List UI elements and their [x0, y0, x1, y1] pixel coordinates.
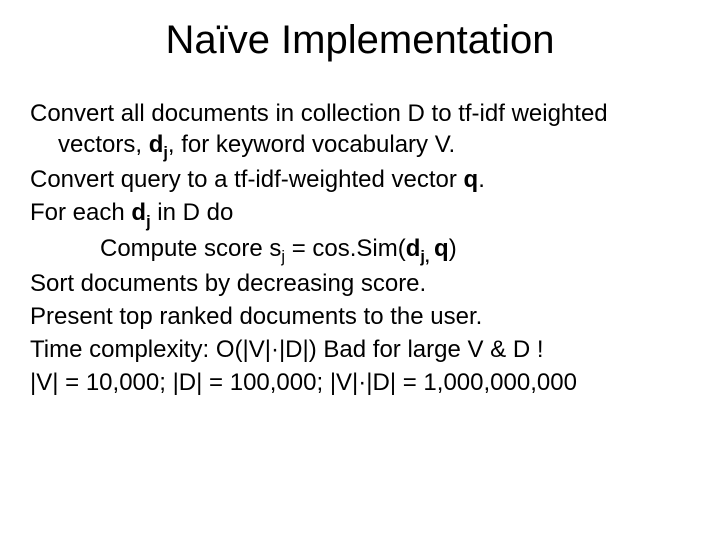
line-6: Present top ranked documents to the user…: [30, 302, 690, 333]
slide-title: Naïve Implementation: [30, 18, 690, 63]
text: , for keyword vocabulary V.: [168, 131, 455, 158]
slide-body: Convert all documents in collection D to…: [30, 99, 690, 398]
var-d: d: [131, 199, 146, 226]
subscript-j: j,: [420, 248, 434, 266]
line-4: Compute score sj = cos.Sim(dj, q): [30, 234, 690, 268]
text: For each: [30, 199, 131, 226]
var-d: d: [149, 131, 164, 158]
line-2: Convert query to a tf-idf-weighted vecto…: [30, 165, 690, 196]
line-8: |V| = 10,000; |D| = 100,000; |V|·|D| = 1…: [30, 368, 690, 399]
var-q: q: [464, 166, 479, 193]
slide: Naïve Implementation Convert all documen…: [0, 0, 720, 540]
line-7: Time complexity: O(|V|·|D|) Bad for larg…: [30, 335, 690, 366]
line-5: Sort documents by decreasing score.: [30, 269, 690, 300]
subscript-j: j: [146, 213, 151, 231]
subscript-j: j: [163, 144, 168, 162]
text: = cos.Sim(: [285, 235, 406, 262]
text: in D do: [151, 199, 234, 226]
var-q: q: [434, 235, 449, 262]
line-1: Convert all documents in collection D to…: [30, 99, 690, 163]
var-d: d: [406, 235, 421, 262]
text: Compute score s: [100, 235, 281, 262]
text: Convert all documents in collection D to…: [30, 100, 505, 127]
text: ): [449, 235, 457, 262]
text: Convert query to a tf-idf-weighted vecto…: [30, 166, 464, 193]
line-3: For each dj in D do: [30, 198, 690, 232]
text: .: [478, 166, 485, 193]
subscript-j: j: [281, 248, 285, 266]
